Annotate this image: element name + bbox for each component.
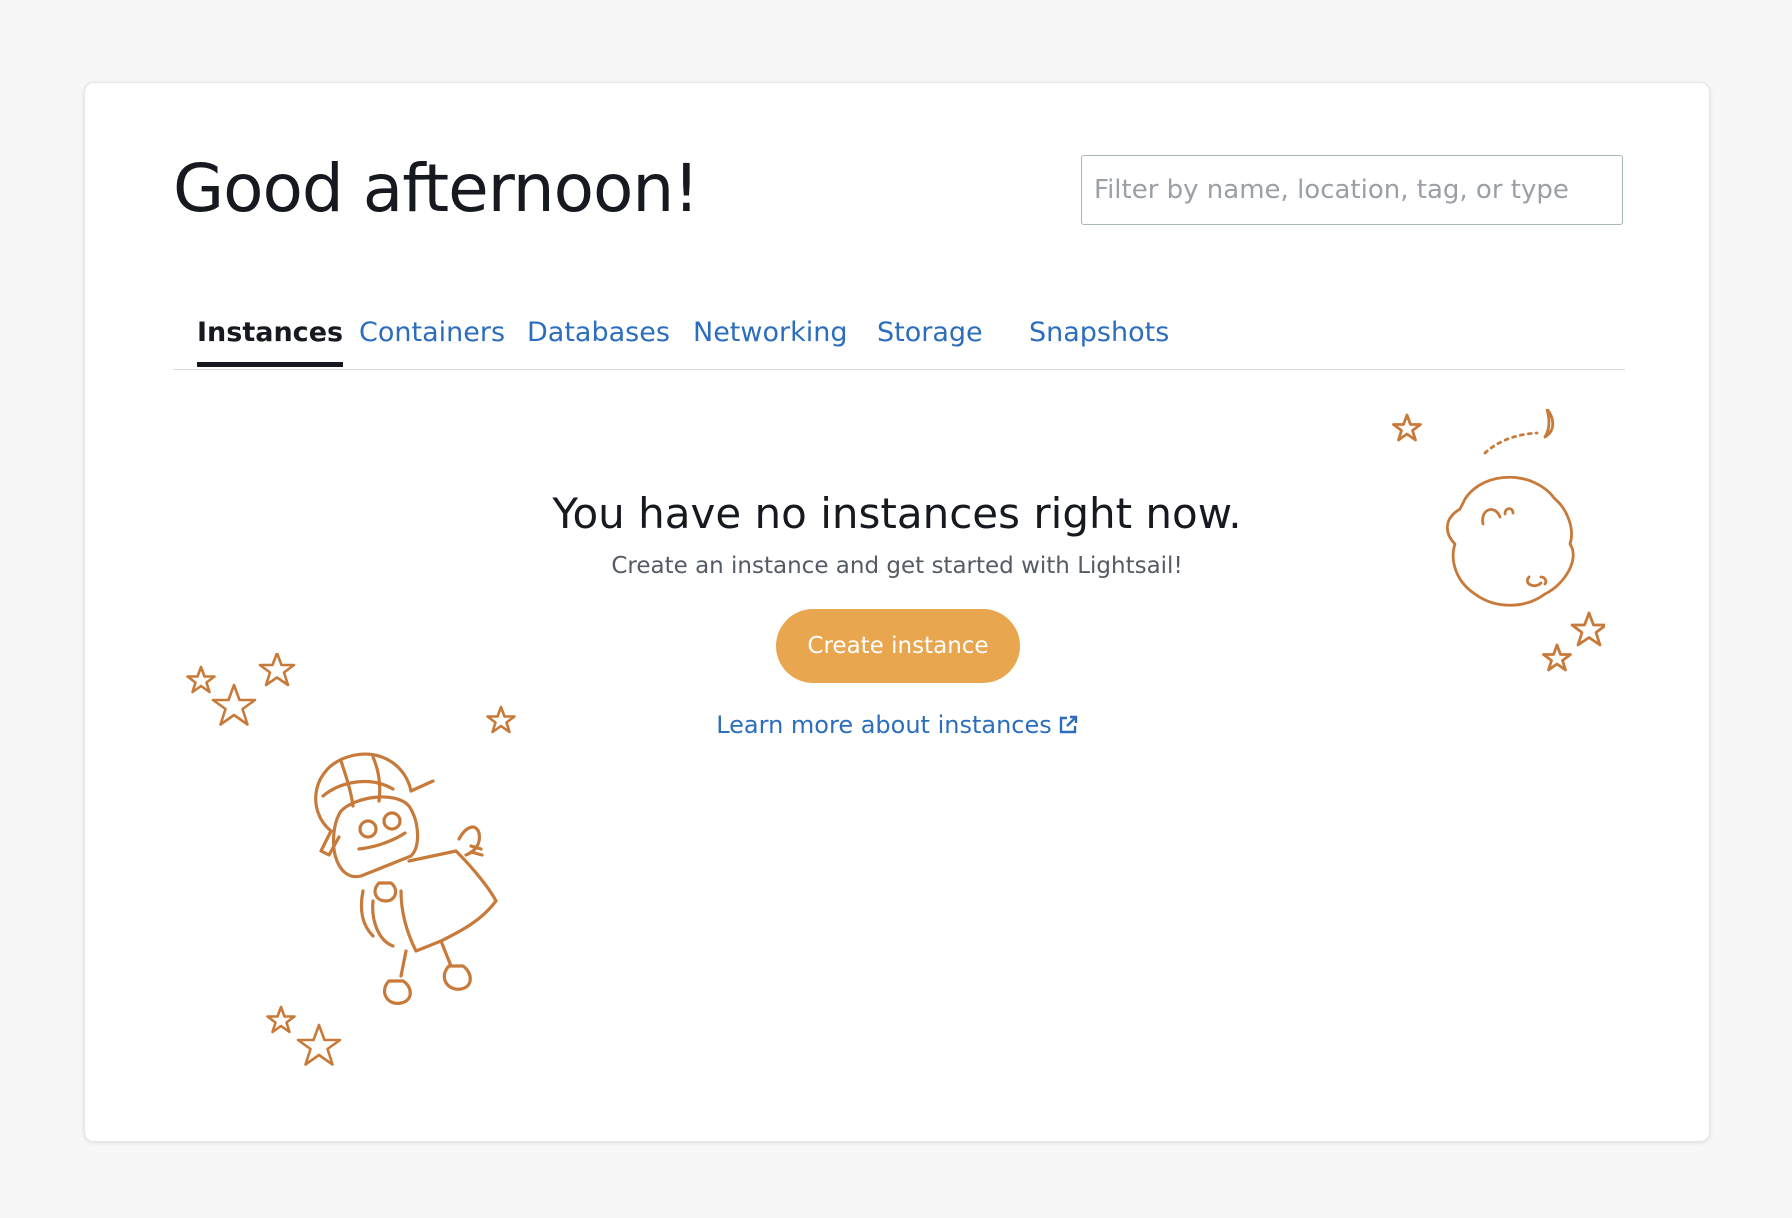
star-icon xyxy=(186,665,216,694)
star-icon xyxy=(266,1005,296,1034)
tab-snapshots[interactable]: Snapshots xyxy=(1029,311,1169,367)
create-instance-button[interactable]: Create instance xyxy=(776,609,1020,683)
tab-instances[interactable]: Instances xyxy=(197,311,344,367)
star-icon xyxy=(1570,611,1605,647)
star-icon xyxy=(1542,643,1572,672)
star-icon xyxy=(1392,413,1422,442)
learn-more-label: Learn more about instances xyxy=(716,711,1052,739)
tab-networking[interactable]: Networking xyxy=(693,311,848,367)
star-icon xyxy=(296,1023,342,1066)
filter-input[interactable] xyxy=(1081,155,1623,225)
star-icon xyxy=(211,683,257,726)
page-title: Good afternoon! xyxy=(173,150,700,227)
tab-storage[interactable]: Storage xyxy=(877,311,983,367)
tab-bar: Instances Containers Databases Networkin… xyxy=(173,311,1625,370)
robot-illustration xyxy=(314,752,498,1005)
external-link-icon xyxy=(1058,713,1078,741)
star-icon xyxy=(486,705,516,734)
tab-databases[interactable]: Databases xyxy=(527,311,670,367)
tab-containers[interactable]: Containers xyxy=(359,311,505,367)
star-icon xyxy=(258,653,296,687)
main-card: Good afternoon! Instances Containers Dat… xyxy=(84,82,1710,1142)
moon-illustration xyxy=(1392,409,1605,672)
